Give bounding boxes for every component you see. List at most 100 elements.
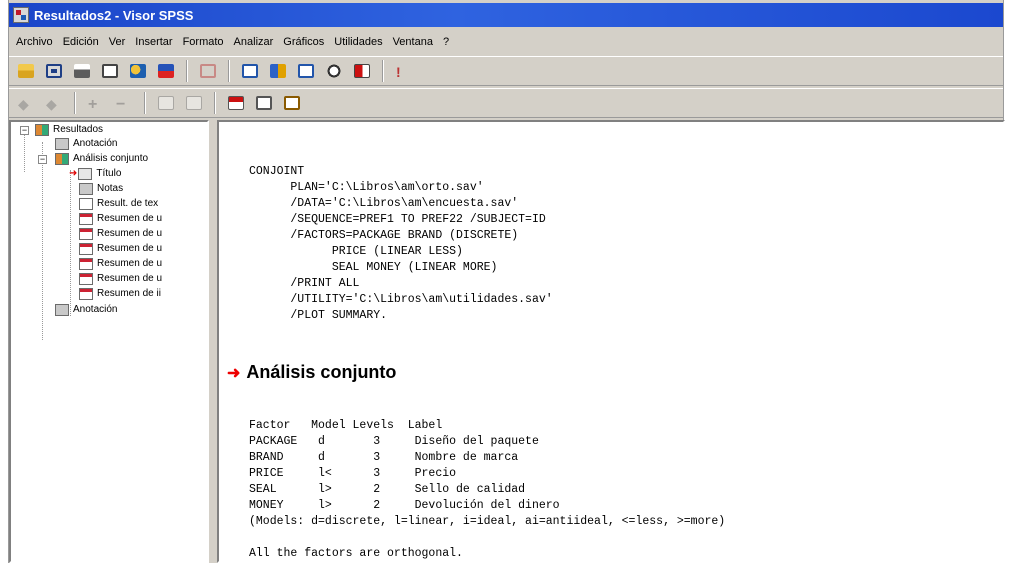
menu-archivo[interactable]: Archivo	[13, 34, 60, 50]
menu-ventana[interactable]: Ventana	[390, 34, 440, 50]
dialog-recall-icon	[158, 64, 174, 78]
tree-node-label: Resumen de u	[97, 228, 163, 239]
undo-icon	[200, 64, 216, 78]
table-icon	[79, 212, 93, 225]
dialog-recall-button[interactable]	[153, 59, 179, 83]
tree-node-conjoint[interactable]: Análisis conjunto	[55, 151, 148, 166]
info-button[interactable]	[293, 59, 319, 83]
toolbar-separator	[214, 92, 216, 114]
insert-heading-icon	[228, 96, 244, 110]
save-button[interactable]	[41, 59, 67, 83]
menu-analizar[interactable]: Analizar	[231, 34, 281, 50]
variables-button[interactable]	[265, 59, 291, 83]
insert-case-button[interactable]	[349, 59, 375, 83]
toolbar-separator	[144, 92, 146, 114]
tree-node-label: Resumen de u	[97, 258, 163, 269]
menu-formato[interactable]: Formato	[180, 34, 231, 50]
tree-connector	[42, 142, 43, 340]
tree-node-label: Notas	[97, 183, 124, 194]
menu-insertar[interactable]: Insertar	[132, 34, 179, 50]
expand-button[interactable]: +	[83, 91, 109, 115]
tree-node-label: Resultados	[53, 124, 104, 135]
tree-node-label: Análisis conjunto	[73, 153, 149, 164]
collapse-root-toggle[interactable]: −	[20, 126, 29, 135]
menu-utilidades[interactable]: Utilidades	[331, 34, 389, 50]
selected-arrow-icon: ➜	[69, 168, 78, 179]
menu-graficos[interactable]: Gráficos	[280, 34, 331, 50]
output-pane[interactable]: CONJOINT PLAN='C:\Libros\am\orto.sav' /D…	[217, 120, 1005, 563]
promote-button[interactable]: ◆	[13, 91, 39, 115]
main-toolbar: !	[9, 56, 1003, 86]
demote-button[interactable]: ◆	[41, 91, 67, 115]
tree-node-label: Título	[96, 168, 122, 179]
find-icon	[326, 64, 342, 78]
save-icon	[46, 64, 62, 78]
spss-app-icon[interactable]	[13, 7, 29, 23]
book-icon	[55, 152, 69, 165]
info-icon	[298, 64, 314, 78]
collapse-button[interactable]: −	[111, 91, 137, 115]
tree-node-label: Anotación	[73, 138, 118, 149]
menu-edicion[interactable]: Edición	[60, 34, 106, 50]
tree-node-label: Resumen de u	[97, 243, 163, 254]
log-icon	[55, 303, 69, 316]
tree-node-table[interactable]: Resumen de ii	[79, 286, 161, 301]
insert-text-button[interactable]	[279, 91, 305, 115]
tree-node-text-output[interactable]: Result. de tex	[79, 196, 158, 211]
tree-node-table[interactable]: Resumen de u	[79, 241, 162, 256]
tree-connector	[24, 134, 25, 172]
find-button[interactable]	[321, 59, 347, 83]
outline-pane[interactable]: − Resultados Anotación − Análisis conjun…	[9, 120, 209, 563]
undo-button[interactable]	[195, 59, 221, 83]
menu-ver[interactable]: Ver	[106, 34, 133, 50]
spss-viewer-window: Resultados2 - Visor SPSS Archivo Edición…	[8, 0, 1005, 563]
insert-text-icon	[284, 96, 300, 110]
syntax-log: CONJOINT PLAN='C:\Libros\am\orto.sav' /D…	[249, 165, 553, 322]
table-icon	[79, 242, 93, 255]
tree-node-table[interactable]: Resumen de u	[79, 271, 162, 286]
tree-node-log[interactable]: Anotación	[55, 302, 117, 317]
print-preview-button[interactable]	[97, 59, 123, 83]
print-button[interactable]	[69, 59, 95, 83]
export-button[interactable]	[125, 59, 151, 83]
tree-node-notes[interactable]: Notas	[79, 181, 123, 196]
pane-splitter[interactable]	[209, 120, 217, 563]
menu-bar: Archivo Edición Ver Insertar Formato Ana…	[9, 31, 1003, 53]
goto-data-icon	[242, 64, 258, 78]
tree-node-table[interactable]: Resumen de u	[79, 256, 162, 271]
insert-title-icon	[256, 96, 272, 110]
toolbar-separator	[382, 60, 384, 82]
open-icon	[18, 64, 34, 78]
run-button[interactable]: !	[391, 59, 417, 83]
output-title: Análisis conjunto	[246, 362, 397, 382]
menu-help[interactable]: ?	[440, 34, 456, 50]
tree-node-table[interactable]: Resumen de u	[79, 211, 162, 226]
notes-icon	[79, 182, 93, 195]
hide-icon	[186, 96, 202, 110]
goto-data-button[interactable]	[237, 59, 263, 83]
title-bar[interactable]: Resultados2 - Visor SPSS	[9, 3, 1003, 27]
expand-icon: +	[88, 96, 98, 113]
insert-heading-button[interactable]	[223, 91, 249, 115]
table-icon	[79, 272, 93, 285]
collapse-conjoint-toggle[interactable]: −	[38, 155, 47, 164]
factor-table: Factor Model Levels Label PACKAGE d 3 Di…	[249, 419, 726, 560]
demote-icon: ◆	[46, 96, 57, 112]
hide-button[interactable]	[181, 91, 207, 115]
table-icon	[79, 287, 93, 300]
output-heading[interactable]: ➜ Análisis conjunto	[227, 362, 396, 383]
tree-node-root[interactable]: Resultados	[35, 122, 103, 137]
tree-node-label: Anotación	[73, 304, 118, 315]
title-icon	[78, 167, 93, 180]
book-icon	[35, 123, 49, 136]
show-button[interactable]	[153, 91, 179, 115]
open-button[interactable]	[13, 59, 39, 83]
insert-title-button[interactable]	[251, 91, 277, 115]
tree-node-title-selected[interactable]: ➜ Título	[69, 166, 121, 181]
tree-node-label: Resumen de u	[97, 213, 163, 224]
toolbar-separator	[186, 60, 188, 82]
table-icon	[79, 257, 93, 270]
tree-node-table[interactable]: Resumen de u	[79, 226, 162, 241]
tree-connector	[70, 170, 71, 316]
tree-node-log[interactable]: Anotación	[55, 136, 117, 151]
